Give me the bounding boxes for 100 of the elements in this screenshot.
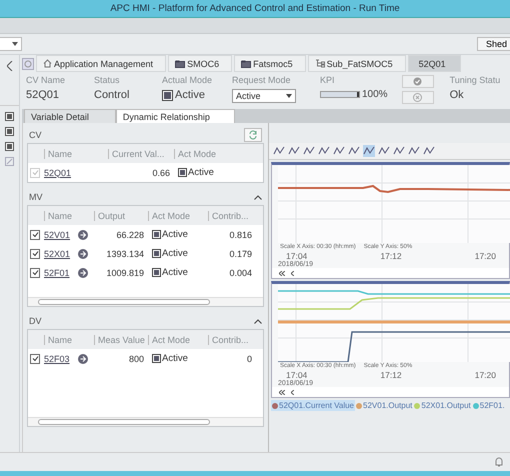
horizontal-scrollbar[interactable] (28, 297, 263, 306)
check-icon (413, 77, 422, 86)
breadcrumb-item[interactable]: 52Q01 (408, 55, 461, 72)
column-header[interactable]: Name (44, 334, 94, 344)
checkbox[interactable] (30, 268, 40, 278)
column-header[interactable]: Act Mode (148, 210, 208, 220)
square-icon[interactable] (5, 127, 14, 136)
refresh-button[interactable] (244, 128, 262, 142)
legend-item[interactable]: 52Q01.Current Value (271, 400, 356, 411)
variable-link[interactable]: 52F03 (44, 354, 78, 364)
request-mode-dropdown[interactable]: Active (232, 89, 296, 103)
arrow-icon[interactable] (78, 268, 88, 278)
previous-button[interactable] (288, 388, 296, 396)
mode-icon (152, 249, 161, 258)
dropdown[interactable] (0, 37, 22, 51)
caret-icon (286, 94, 292, 98)
arrow-icon[interactable] (78, 248, 88, 258)
table-cell-text: 0.66 (151, 168, 171, 178)
chart-tool-icon[interactable] (303, 145, 315, 157)
breadcrumb-item[interactable]: Sub_FatSMOC5 (308, 55, 406, 72)
chart-tool-icon[interactable] (408, 145, 420, 157)
field-label: Actual Mode (162, 75, 214, 85)
arrow-icon[interactable] (78, 230, 88, 240)
arrow-icon[interactable] (78, 354, 88, 364)
chart-tool-icon[interactable] (288, 145, 300, 157)
square-icon[interactable] (5, 112, 14, 121)
field-label: CV Name (26, 75, 66, 85)
mode-icon (178, 168, 187, 177)
time-tick-label: 17:04 (286, 251, 308, 261)
home-icon (43, 59, 52, 68)
field-label: Status (94, 75, 121, 85)
chart-tool-icon[interactable] (393, 145, 405, 157)
legend-item[interactable]: 52X01.Output (413, 400, 472, 411)
tab[interactable]: Variable Detail (24, 109, 116, 123)
table-cell: Active (162, 229, 188, 240)
table-cell-text: 800 (128, 354, 145, 364)
chart-tool-icon[interactable] (423, 145, 435, 157)
first-page-button[interactable] (278, 388, 286, 396)
table-cell-text: 1009.819 (105, 268, 145, 278)
time-tick-label: 17:04 (286, 370, 308, 380)
column-header[interactable]: Name (44, 210, 94, 220)
column-header[interactable]: Name (44, 148, 108, 158)
breadcrumb-item[interactable]: Application Management (36, 55, 166, 72)
field-label: Tuning Statu (450, 75, 500, 85)
horizontal-scrollbar[interactable] (28, 417, 263, 426)
kpi-reading: 100% (362, 89, 388, 100)
chart-tool-icon[interactable] (333, 145, 345, 157)
previous-button[interactable] (288, 269, 296, 277)
actual-mode-value: Active (175, 89, 205, 101)
chart-tool-icon[interactable] (363, 145, 375, 157)
checkbox[interactable] (30, 248, 40, 258)
folder-icon (241, 60, 252, 68)
variable-link[interactable]: 52F01 (44, 268, 78, 278)
checkbox[interactable] (30, 230, 40, 240)
section-title: MV (29, 192, 42, 202)
column-header[interactable]: Contrib... (208, 210, 256, 220)
field-label: KPI (320, 75, 336, 85)
legend-item[interactable]: 52V01.Output (355, 400, 414, 411)
collapse-icon[interactable] (254, 194, 262, 200)
section-title: DV (29, 316, 42, 326)
column-header[interactable]: Contrib... (208, 334, 256, 344)
collapse-icon[interactable] (254, 318, 262, 324)
table-cell: Active (162, 248, 188, 259)
close-icon (413, 93, 422, 102)
mode-icon (152, 230, 161, 239)
variable-link[interactable]: 52V01 (44, 230, 78, 240)
table-cell-text: 0.816 (228, 230, 253, 240)
time-tick-label: 17:12 (380, 251, 402, 261)
chart-tool-icon[interactable] (378, 145, 390, 157)
table-cell: Active (162, 267, 188, 278)
time-tick-label: 17:20 (474, 370, 496, 380)
square-icon[interactable] (5, 142, 14, 151)
table-cell: Active (188, 167, 214, 178)
table-cell-text: 0 (246, 354, 253, 364)
breadcrumb-item[interactable]: Fatsmoc5 (234, 55, 306, 72)
breadcrumb-item[interactable]: SMOC6 (168, 55, 232, 72)
field-label: Request Mode (232, 75, 292, 85)
legend-item[interactable]: 52F01. (472, 400, 506, 411)
chart-tool-icon[interactable] (318, 145, 330, 157)
chart-tool-icon[interactable] (273, 145, 285, 157)
chart-tool-icon[interactable] (348, 145, 360, 157)
variable-link[interactable]: 52X01 (44, 248, 78, 258)
column-header[interactable]: Act Mode (174, 148, 240, 158)
shed-button[interactable]: Shed (476, 37, 510, 51)
bell-icon[interactable] (494, 457, 504, 467)
first-page-button[interactable] (278, 269, 286, 277)
folder-icon (175, 60, 186, 68)
cv-name-value: 52Q01 (26, 89, 60, 101)
mode-icon (152, 268, 161, 277)
status-value: Control (94, 89, 130, 101)
mode-icon (152, 354, 161, 363)
table-cell-text: 1393.134 (105, 248, 145, 258)
checkbox[interactable] (30, 354, 40, 364)
table-cell: Active (162, 353, 188, 364)
section-title: CV (29, 130, 42, 140)
column-header[interactable]: Meas Value (94, 334, 148, 344)
tab[interactable]: Dynamic Relationship (116, 109, 235, 123)
column-header[interactable]: Act Mode (148, 334, 208, 344)
column-header[interactable]: Output (94, 210, 148, 220)
column-header[interactable]: Current Val... (108, 148, 174, 158)
